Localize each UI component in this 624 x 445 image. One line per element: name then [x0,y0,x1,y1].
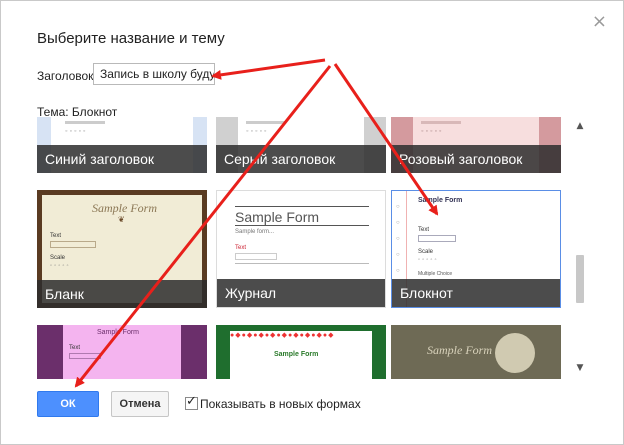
header-input[interactable] [93,63,215,85]
preview-lights: ●◆●◆●◆●◆●◆●◆●◆●◆●◆ [230,332,335,339]
preview-title: Sample Form [235,209,320,225]
preview-line [65,121,105,124]
preview-radios: ◦◦◦◦◦ [246,128,269,135]
scroll-up-arrow[interactable]: ▲ [573,121,587,131]
theme-caption: Журнал [217,279,385,307]
preview-radios: ◦◦◦◦◦ [50,263,71,269]
preview-rule [235,206,369,207]
preview-field [418,235,456,242]
preview-rule [235,263,369,264]
preview-ornament: ❦ [118,215,125,224]
theme-caption: Блокнот [392,279,560,307]
theme-tile-blank[interactable]: Sample Form ❦ Text Scale ◦◦◦◦◦ Бланк [37,190,207,308]
preview-field-label: Scale [418,249,434,255]
preview-title: Sample Form [97,329,140,336]
theme-caption: Синий заголовок [37,145,207,173]
theme-tile-blue-header[interactable]: ◦◦◦◦◦ Синий заголовок [37,117,207,173]
preview-title: Sample Form [418,197,463,204]
preview-field [69,353,101,359]
preview-field [235,253,277,260]
preview-radios: ◦◦◦◦◦ [65,128,88,135]
header-label: Заголовок [37,69,94,83]
preview-radios: ◦◦◦◦◦ [418,257,439,263]
preview-field [50,241,96,248]
preview-rule [235,225,369,226]
theme-tile-pink-header[interactable]: ◦◦◦◦◦ Розовый заголовок [391,117,561,173]
theme-gallery: ◦◦◦◦◦ Синий заголовок ◦◦◦◦◦ Серый заголо… [37,117,573,379]
theme-tile-journal[interactable]: Sample Form Sample form... Text Журнал [216,190,386,308]
show-in-new-forms-label: Показывать в новых формах [200,397,361,411]
preview-field-label: Text [69,345,81,351]
preview-field-label: Text [50,233,62,239]
show-in-new-forms-checkbox[interactable]: ✓ [185,394,198,410]
theme-caption: Бланк [37,280,207,308]
theme-tile-purple[interactable]: Sample Form Text [37,325,207,379]
scroll-down-arrow[interactable]: ▼ [573,363,587,373]
cancel-button[interactable]: Отмена [111,391,169,417]
flower-image [495,333,535,373]
preview-field-label: Multiple Choice [418,271,453,277]
preview-line [246,121,286,124]
gallery-scrollbar[interactable]: ▲ ▼ [573,117,587,379]
preview-subtitle: Sample form... [235,229,275,235]
preview-title: Sample Form [427,343,492,357]
theme-caption: Серый заголовок [216,145,386,173]
theme-tile-gray-header[interactable]: ◦◦◦◦◦ Серый заголовок [216,117,386,173]
preview-field-label: Text [235,245,247,251]
ok-button[interactable]: ОК [37,391,99,417]
theme-caption: Розовый заголовок [391,145,561,173]
preview-holes: ○ ○ ○ ○ ○ [396,204,400,274]
scroll-thumb[interactable] [576,255,584,303]
preview-title: Sample Form [92,201,157,215]
close-icon[interactable]: × [592,13,607,31]
theme-dialog: × Выберите название и тему Заголовок Тем… [0,0,624,445]
tile-paper: ●◆●◆●◆●◆●◆●◆●◆●◆●◆ Sample Form [230,331,372,379]
preview-line [421,121,461,124]
theme-tile-notebook[interactable]: ○ ○ ○ ○ ○ Sample Form Text Scale ◦◦◦◦◦ Multi… [391,190,561,308]
theme-tile-holiday[interactable]: ●◆●◆●◆●◆●◆●◆●◆●◆●◆ Sample Form [216,325,386,379]
dialog-title: Выберите название и тему [37,30,225,47]
preview-field-label: Text [418,227,430,233]
tile-paper: Sample Form Text [63,325,181,379]
preview-radios: ◦◦◦◦◦ [421,128,444,135]
preview-title: Sample Form [274,351,319,358]
preview-field-label: Scale [50,255,66,261]
checkmark-icon: ✓ [186,394,197,409]
theme-tile-flowers[interactable]: Sample Form [391,325,561,379]
